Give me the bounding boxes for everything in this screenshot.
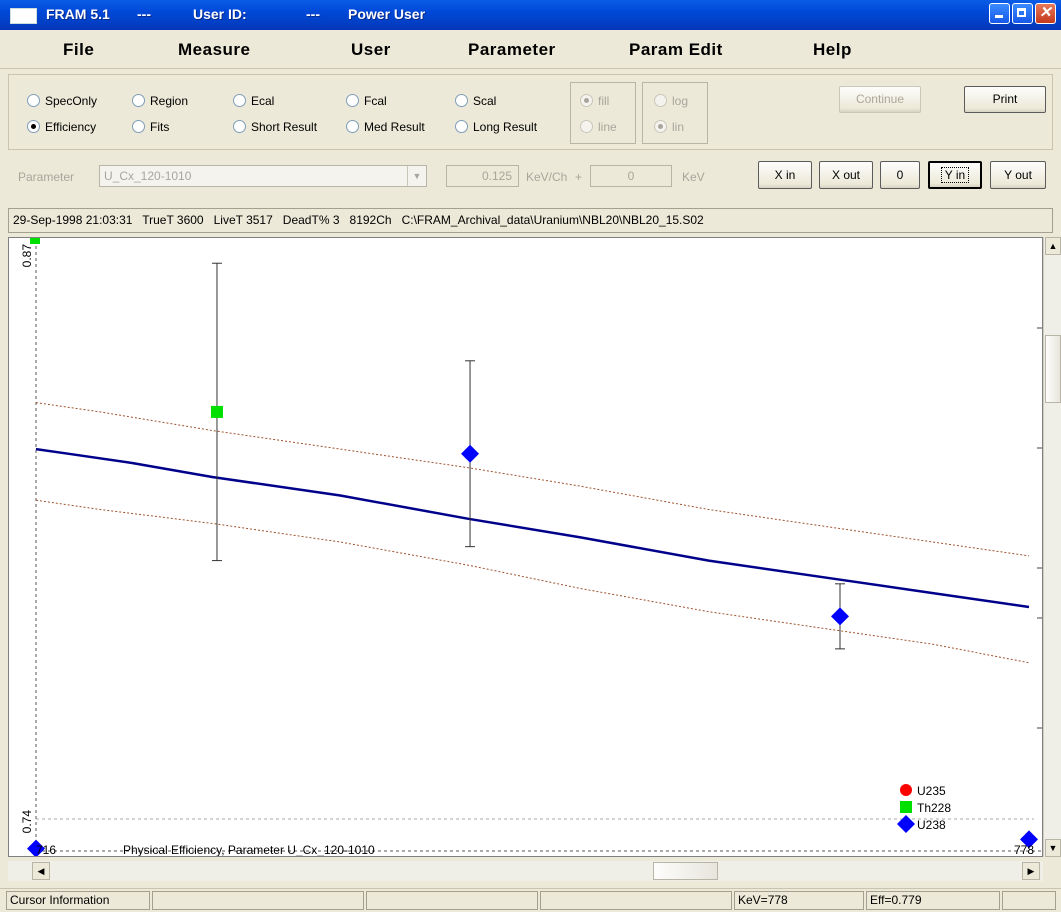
plus-sign: + <box>575 170 583 184</box>
radio-fcal[interactable]: Fcal <box>346 94 387 110</box>
x-tick-label-max: 778 <box>1014 843 1034 856</box>
y-in-button[interactable]: Y in <box>928 161 982 189</box>
menu-bar: File Measure User Parameter Param Edit H… <box>0 30 1061 69</box>
maximize-button[interactable] <box>1012 3 1033 24</box>
legend-th228-label: Th228 <box>917 801 951 815</box>
chevron-down-icon[interactable]: ▼ <box>407 166 426 186</box>
radio-long-result[interactable]: Long Result <box>455 120 537 136</box>
spectrum-info-bar: 29-Sep-1998 21:03:31 TrueT 3600 LiveT 35… <box>8 208 1053 233</box>
y-tick-label-top: 0.87 <box>20 244 34 268</box>
legend-u238-label: U238 <box>917 818 946 832</box>
channel-count: 8192Ch <box>349 213 392 227</box>
status-cell-empty <box>152 891 364 910</box>
live-time: LiveT 3517 <box>213 213 273 227</box>
efficiency-fit-curve <box>35 447 1030 609</box>
efficiency-plot[interactable]: U235 Th228 U238 0.87 0.74 716 778 Physical Effi… <box>8 237 1043 857</box>
eff-readout: Eff=0.779 <box>866 891 1000 910</box>
status-cell-empty <box>366 891 538 910</box>
dead-time: DeadT% 3 <box>282 213 340 227</box>
scroll-up-arrow[interactable]: ▲ <box>1045 237 1061 255</box>
chart-title: Physical Efficiency, Parameter U_Cx_120-… <box>123 843 375 856</box>
offset-field[interactable]: 0 <box>590 165 672 187</box>
vertical-scroll-thumb[interactable] <box>1045 335 1061 403</box>
radio-ecal[interactable]: Ecal <box>233 94 274 110</box>
scroll-left-arrow[interactable]: ◀ <box>32 862 50 880</box>
y-tick-label-bottom: 0.74 <box>20 810 34 834</box>
x-out-button[interactable]: X out <box>819 161 873 189</box>
kev-per-ch-unit: KeV/Ch <box>526 170 568 184</box>
app-icon <box>10 8 37 24</box>
menu-help[interactable]: Help <box>813 40 852 60</box>
radio-med-result[interactable]: Med Result <box>346 120 425 136</box>
y-out-button[interactable]: Y out <box>990 161 1046 189</box>
u238-point <box>831 607 850 626</box>
kev-per-ch-field[interactable]: 0.125 <box>446 165 519 187</box>
menu-user[interactable]: User <box>351 40 391 60</box>
efficiency-chart[interactable]: U235 Th228 U238 0.87 0.74716 778 Physical Effi… <box>9 238 1042 856</box>
legend-u235-label: U235 <box>917 784 946 798</box>
status-bar: Cursor Information KeV=778 Eff=0.779 <box>0 888 1061 912</box>
close-button[interactable]: ✕ <box>1035 3 1056 24</box>
scroll-down-arrow[interactable]: ▼ <box>1045 839 1061 857</box>
menu-parameter[interactable]: Parameter <box>468 40 556 60</box>
horizontal-scroll-thumb[interactable] <box>653 862 718 880</box>
radio-region[interactable]: Region <box>132 94 188 110</box>
print-button[interactable]: Print <box>964 86 1046 113</box>
menu-file[interactable]: File <box>63 40 94 60</box>
legend-u238-swatch <box>897 815 915 833</box>
radio-speconly[interactable]: SpecOnly <box>27 94 97 110</box>
zero-button[interactable]: 0 <box>880 161 920 189</box>
title-separator: --- <box>306 6 320 22</box>
th228-point <box>210 405 223 418</box>
cursor-info-cell: Cursor Information <box>6 891 150 910</box>
upper-confidence-band <box>35 402 1030 557</box>
legend-u235-swatch <box>900 784 912 796</box>
resize-grip[interactable] <box>1002 891 1056 910</box>
user-id-label: User ID: <box>193 6 247 22</box>
parameter-label: Parameter <box>18 170 75 184</box>
minimize-button[interactable] <box>989 3 1010 24</box>
horizontal-scrollbar[interactable]: ◀ ▶ <box>8 861 1043 881</box>
radio-line[interactable]: line <box>580 120 617 136</box>
close-icon: ✕ <box>1039 4 1052 21</box>
true-time: TrueT 3600 <box>142 213 204 227</box>
menu-measure[interactable]: Measure <box>178 40 250 60</box>
parameter-select[interactable]: U_Cx_120-1010 ▼ <box>99 165 427 187</box>
user-name: Power User <box>348 6 426 22</box>
scroll-right-arrow[interactable]: ▶ <box>1022 862 1040 880</box>
menu-param-edit[interactable]: Param Edit <box>629 40 723 60</box>
status-cell-empty <box>540 891 732 910</box>
legend-th228-swatch <box>900 801 912 813</box>
u238-point <box>461 444 480 463</box>
continue-button[interactable]: Continue <box>839 86 921 113</box>
vertical-scrollbar[interactable]: ▲ ▼ <box>1043 237 1061 857</box>
radio-efficiency[interactable]: Efficiency <box>27 120 96 136</box>
app-title: FRAM 5.1 <box>46 6 110 22</box>
title-bar: FRAM 5.1 --- User ID: --- Power User ✕ <box>0 0 1061 30</box>
radio-lin[interactable]: lin <box>654 120 684 136</box>
lower-confidence-band <box>35 499 1030 664</box>
kev-readout: KeV=778 <box>734 891 864 910</box>
radio-short-result[interactable]: Short Result <box>233 120 317 136</box>
x-tick-label-min: 716 <box>36 843 56 856</box>
th228-top-marker <box>30 238 40 244</box>
spectrum-datetime: 29-Sep-1998 21:03:31 <box>13 213 133 227</box>
title-separator: --- <box>137 6 151 22</box>
x-in-button[interactable]: X in <box>758 161 812 189</box>
radio-scal[interactable]: Scal <box>455 94 496 110</box>
radio-fill[interactable]: fill <box>580 94 609 110</box>
radio-log[interactable]: log <box>654 94 688 110</box>
radio-fits[interactable]: Fits <box>132 120 169 136</box>
offset-unit: KeV <box>682 170 705 184</box>
spectrum-file-path: C:\FRAM_Archival_data\Uranium\NBL20\NBL2… <box>401 213 704 227</box>
